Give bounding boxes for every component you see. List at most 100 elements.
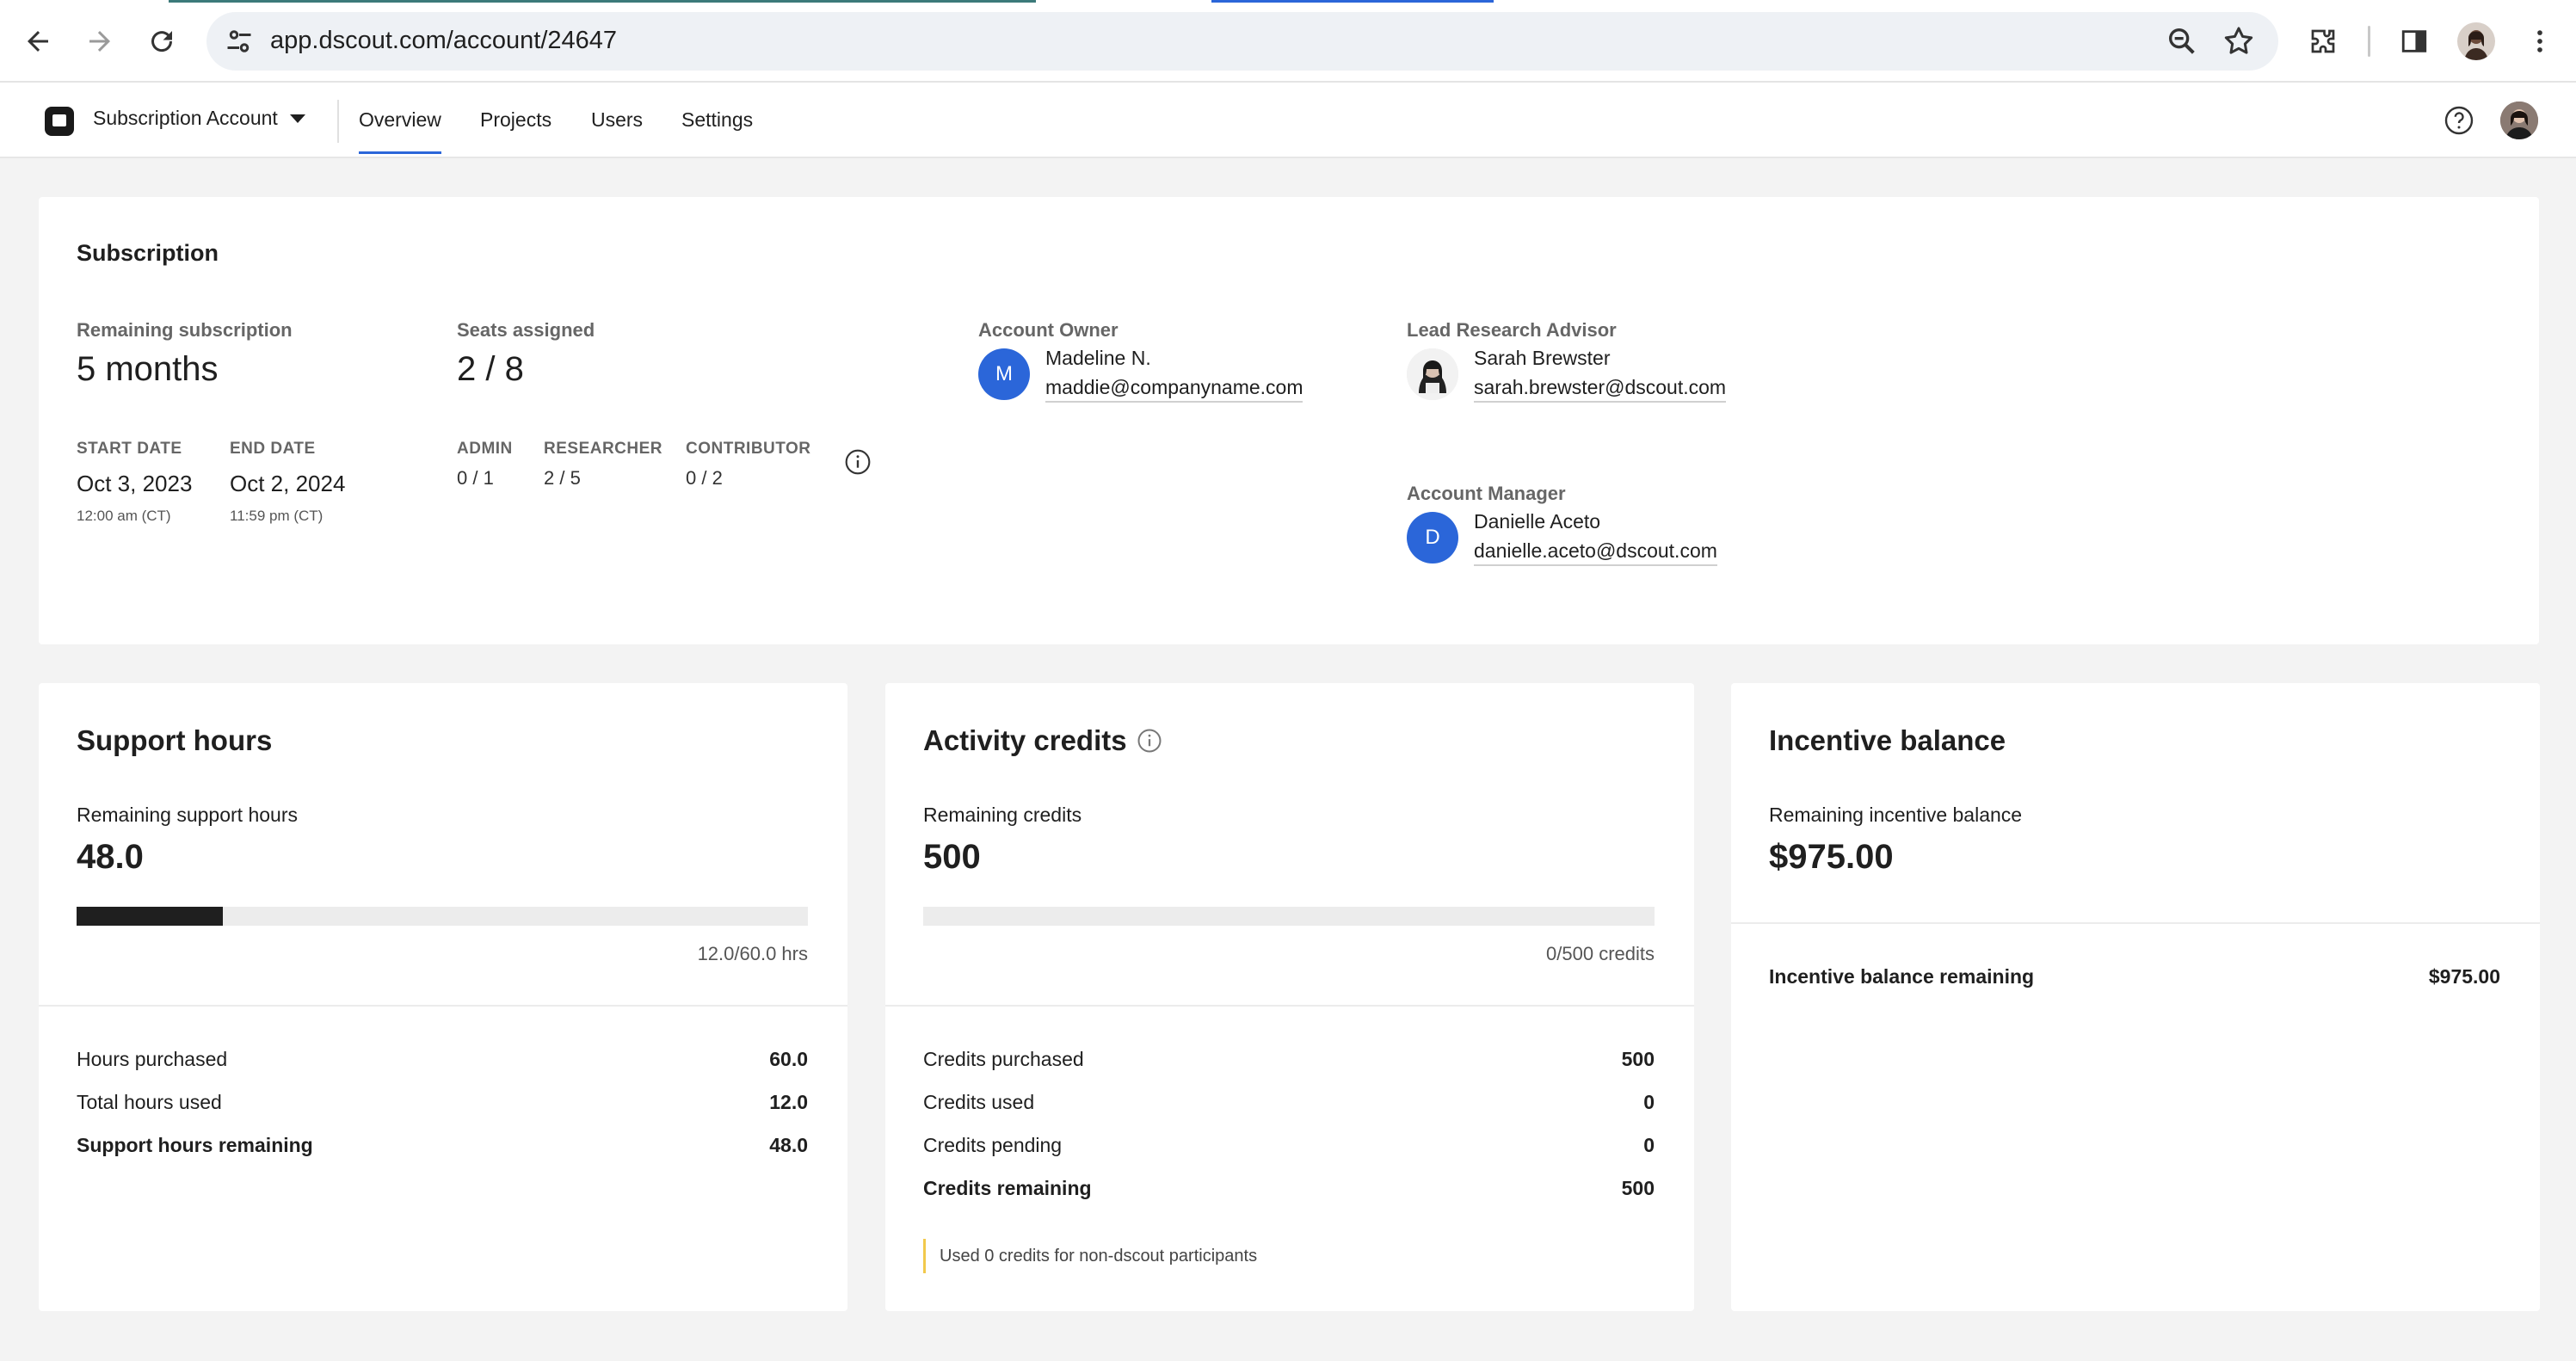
activity-credits-title: Activity credits [923,724,1127,756]
list-item: Credits remaining 500 [923,1177,1655,1200]
contributor-caption: CONTRIBUTOR [686,440,811,458]
app-header: Subscription Account Overview Projects U… [0,83,2576,158]
list-item: Total hours used 12.0 [77,1091,808,1114]
activity-credits-value: 500 [923,838,981,876]
row-label: Credits remaining [923,1177,1092,1199]
extensions-icon[interactable] [2304,22,2342,60]
row-label: Credits purchased [923,1048,1084,1070]
help-icon[interactable] [2444,105,2474,136]
admin-caption: ADMIN [457,440,513,458]
incentive-balance-card: Incentive balance Remaining incentive ba… [1731,683,2540,1311]
account-switcher[interactable]: Subscription Account [93,107,305,130]
owner-email-link[interactable]: maddie@companyname.com [1045,376,1303,403]
row-label: Incentive balance remaining [1769,965,2035,988]
row-label: Support hours remaining [77,1134,313,1156]
activity-credits-card: Activity credits Remaining credits 500 0… [885,683,1694,1311]
advisor-email-link[interactable]: sarah.brewster@dscout.com [1474,376,1727,403]
toolbar-divider [2368,26,2370,57]
account-owner-label: Account Owner [978,319,1119,341]
forward-arrow-icon[interactable] [81,22,119,60]
dscout-logo-icon[interactable] [45,107,74,136]
support-hours-progress-fill [77,907,223,926]
divider [39,1005,847,1007]
end-time-value: 11:59 pm (CT) [230,508,324,524]
row-label: Hours purchased [77,1048,228,1070]
remaining-subscription-value: 5 months [77,350,219,388]
owner-avatar: M [978,348,1030,400]
account-switcher-label: Subscription Account [93,107,278,129]
row-label: Credits used [923,1091,1035,1113]
list-item: Credits purchased 500 [923,1048,1655,1071]
support-hours-progress [77,907,808,926]
row-value: 0 [1643,1134,1655,1156]
site-settings-icon[interactable] [224,26,255,57]
row-value: 60.0 [769,1048,808,1070]
tab-settings[interactable]: Settings [681,108,753,132]
address-bar[interactable]: app.dscout.com/account/24647 [206,12,2278,71]
owner-name: Madeline N. [1045,347,1151,369]
support-hours-title: Support hours [77,724,273,756]
support-hours-sub-label: Remaining support hours [77,804,298,826]
seats-assigned-value: 2 / 8 [457,350,524,388]
lead-advisor-label: Lead Research Advisor [1407,319,1617,341]
subscription-card: Subscription Remaining subscription 5 mo… [39,197,2539,644]
manager-name: Danielle Aceto [1474,510,1601,533]
zoom-icon[interactable] [2165,24,2199,59]
incentive-balance-value: $975.00 [1769,838,1894,876]
researcher-value: 2 / 5 [544,467,581,489]
bookmark-star-icon[interactable] [2222,24,2256,59]
support-hours-bar-note: 12.0/60.0 hrs [697,943,808,964]
manager-avatar: D [1407,512,1458,563]
seats-assigned-label: Seats assigned [457,319,595,341]
manager-email-link[interactable]: danielle.aceto@dscout.com [1474,539,1717,566]
url-text[interactable]: app.dscout.com/account/24647 [270,27,617,55]
browser-menu-icon[interactable] [2521,22,2559,60]
row-value: 0 [1643,1091,1655,1113]
tab-users[interactable]: Users [591,108,643,132]
remaining-subscription-label: Remaining subscription [77,319,293,341]
end-date-caption: END DATE [230,440,316,458]
account-manager-label: Account Manager [1407,483,1566,504]
header-divider [337,100,339,143]
start-time-value: 12:00 am (CT) [77,508,171,524]
tab-projects[interactable]: Projects [480,108,552,132]
row-value: $975.00 [2428,965,2500,988]
contributor-value: 0 / 2 [686,467,723,489]
back-arrow-icon[interactable] [19,22,57,60]
list-item: Incentive balance remaining $975.00 [1769,965,2500,988]
row-value: 500 [1621,1177,1655,1199]
start-date-value: Oct 3, 2023 [77,471,193,496]
start-date-caption: START DATE [77,440,182,458]
advisor-name: Sarah Brewster [1474,347,1611,369]
list-item: Hours purchased 60.0 [77,1048,808,1071]
row-value: 500 [1621,1048,1655,1070]
tab-strip-edge [0,0,2576,3]
row-label: Credits pending [923,1134,1063,1156]
list-item: Credits used 0 [923,1091,1655,1114]
incentive-balance-sub-label: Remaining incentive balance [1769,804,2023,826]
incentive-balance-title: Incentive balance [1769,724,2006,756]
browser-toolbar: app.dscout.com/account/24647 [0,0,2576,83]
side-panel-icon[interactable] [2395,22,2433,60]
end-date-value: Oct 2, 2024 [230,471,346,496]
admin-value: 0 / 1 [457,467,494,489]
user-avatar[interactable] [2500,102,2538,139]
advisor-photo [1407,348,1458,400]
info-icon[interactable] [844,448,872,476]
researcher-caption: RESEARCHER [544,440,663,458]
divider [885,1005,1694,1007]
activity-credits-progress [923,907,1655,926]
list-item: Support hours remaining 48.0 [77,1134,808,1157]
divider [1731,922,2540,924]
support-hours-value: 48.0 [77,838,144,876]
credits-note: Used 0 credits for non-dscout participan… [923,1239,1257,1273]
info-icon[interactable] [1137,728,1162,754]
caret-down-icon [289,114,305,123]
row-label: Total hours used [77,1091,222,1113]
tab-overview[interactable]: Overview [359,108,441,154]
activity-credits-bar-note: 0/500 credits [1546,943,1655,964]
row-value: 12.0 [769,1091,808,1113]
reload-icon[interactable] [143,22,181,60]
activity-credits-sub-label: Remaining credits [923,804,1082,826]
profile-avatar[interactable] [2457,22,2495,60]
